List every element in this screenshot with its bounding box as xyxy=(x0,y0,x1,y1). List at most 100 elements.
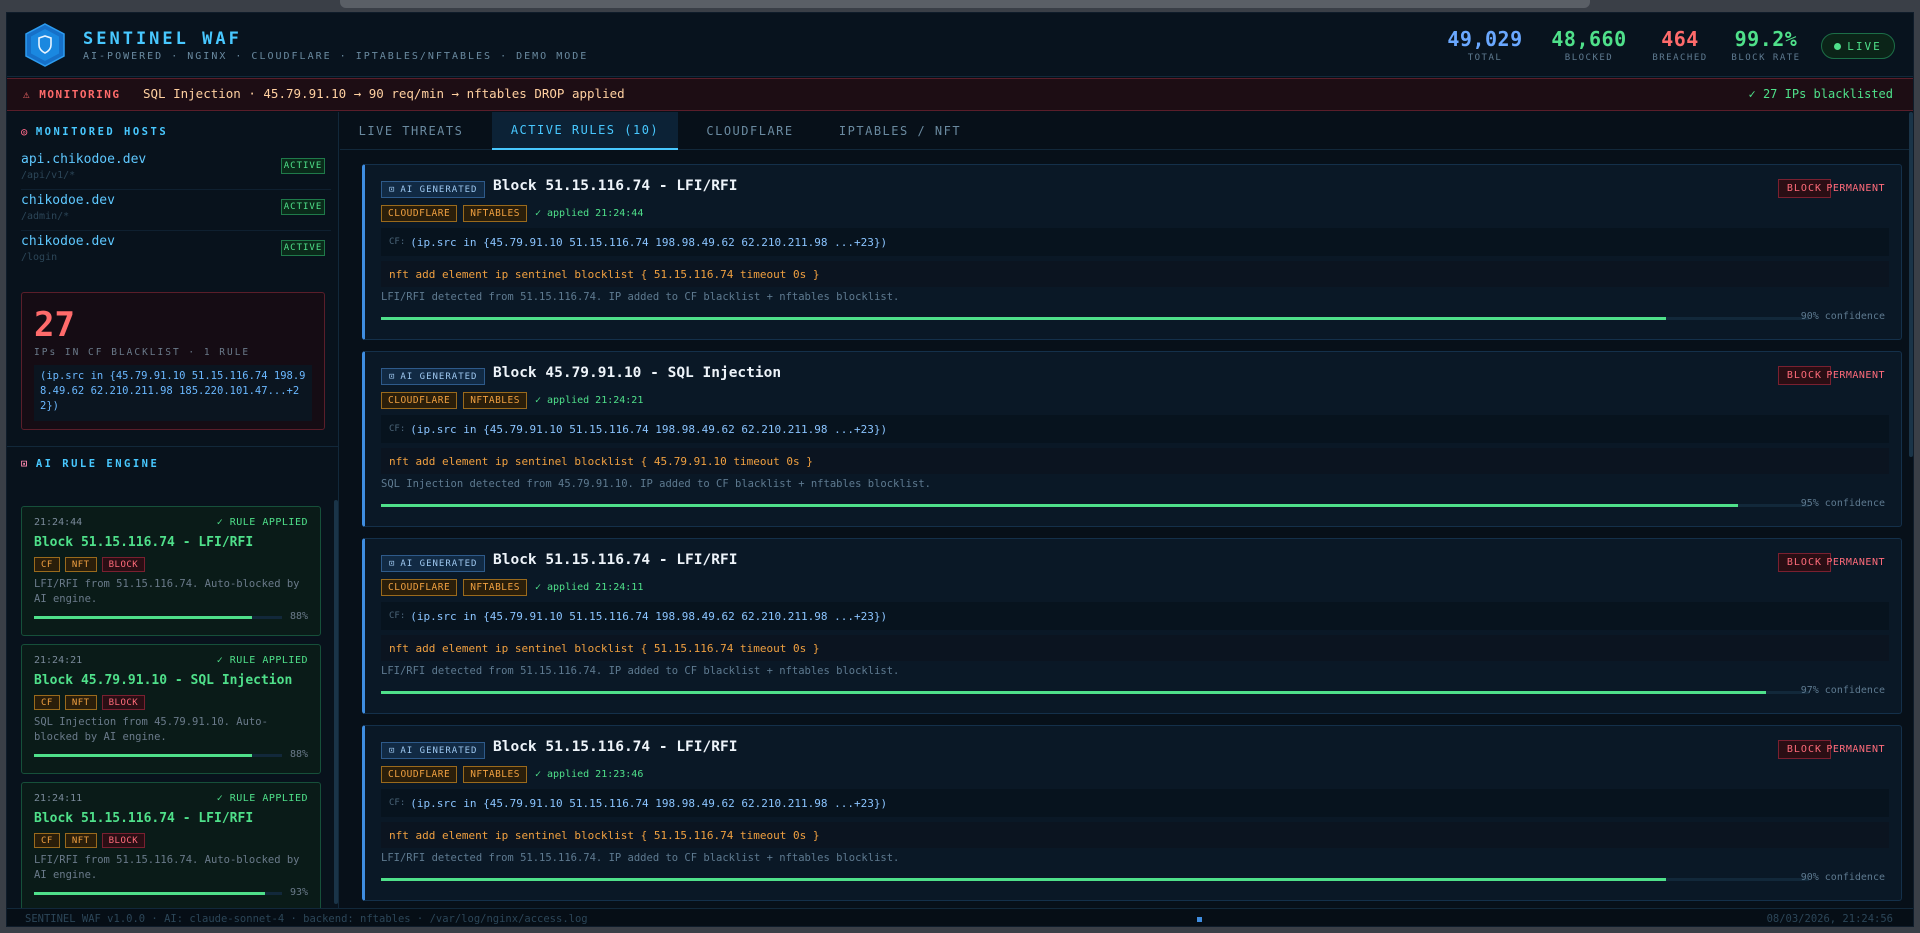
confidence-bar xyxy=(381,504,1809,507)
stat-breached: 464 BREACHED xyxy=(1643,27,1717,63)
robot-icon: ⊡ xyxy=(389,184,396,195)
rule-tags: CF NFT BLOCK xyxy=(34,557,146,572)
tab-active-rules[interactable]: ACTIVE RULES (10) xyxy=(492,112,678,150)
main-scrollbar[interactable] xyxy=(1909,112,1913,457)
rule-title: Block 51.15.116.74 - LFI/RFI xyxy=(493,552,738,568)
footer-info: SENTINEL WAF v1.0.0 · AI: claude-sonnet-… xyxy=(25,913,588,925)
block-badge: BLOCK xyxy=(1777,553,1831,572)
stat-label: TOTAL xyxy=(1467,53,1503,63)
ai-generated-label: AI GENERATED xyxy=(400,745,478,756)
active-rule-card[interactable]: ⊡ AI GENERATED Block 51.15.116.74 - LFI/R… xyxy=(362,538,1902,714)
ai-generated-badge: ⊡ AI GENERATED xyxy=(381,742,486,759)
confidence-bar xyxy=(34,616,282,619)
cf-prefix: CF: xyxy=(389,798,406,808)
ai-generated-label: AI GENERATED xyxy=(400,184,478,195)
stat-value: 49,029 xyxy=(1447,27,1523,51)
confidence-fill xyxy=(381,691,1767,694)
confidence-fill xyxy=(381,317,1667,320)
robot-icon: ⊡ xyxy=(389,745,396,756)
host-item[interactable]: api.chikodoe.dev /api/v1/* ACTIVE xyxy=(21,150,331,190)
confidence-label: 90% confidence xyxy=(1800,872,1885,883)
cf-expression-text: (ip.src in {45.79.91.10 51.15.116.74 198… xyxy=(410,422,888,436)
tag-nftables: NFTABLES xyxy=(463,766,527,783)
cf-prefix: CF: xyxy=(389,424,406,434)
tag-cf: CF xyxy=(34,557,60,572)
stat-value: 464 xyxy=(1661,27,1699,51)
active-rule-card[interactable]: ⊡ AI GENERATED Block 51.15.116.74 - LFI/R… xyxy=(362,164,1902,340)
rule-title: Block 51.15.116.74 - LFI/RFI xyxy=(34,535,254,550)
tag-cloudflare: CLOUDFLARE xyxy=(381,579,458,596)
blacklist-label: IPs IN CF BLACKLIST · 1 RULE xyxy=(34,347,251,358)
applied-time: ✓ applied 21:24:21 xyxy=(534,395,644,406)
left-scrollbar[interactable] xyxy=(334,500,338,904)
stat-block-rate: 99.2% BLOCK RATE xyxy=(1723,27,1809,63)
host-item[interactable]: chikodoe.dev /login ACTIVE xyxy=(21,232,331,272)
nft-command: nft add element ip sentinel blocklist { … xyxy=(381,635,1889,661)
duration-label: PERMANENT xyxy=(1826,744,1885,755)
status-footer: SENTINEL WAF v1.0.0 · AI: claude-sonnet-… xyxy=(7,908,1913,926)
cf-prefix: CF: xyxy=(389,237,406,247)
cf-expression-text: (ip.src in {45.79.91.10 51.15.116.74 198… xyxy=(410,235,888,249)
rule-description: SQL Injection from 45.79.91.10. Auto-blo… xyxy=(34,716,268,743)
footer-timestamp: 08/03/2026, 21:24:56 xyxy=(1766,913,1893,925)
confidence-bar xyxy=(34,754,282,757)
block-badge: BLOCK xyxy=(1777,366,1831,385)
live-badge[interactable]: LIVE xyxy=(1821,33,1895,59)
live-label: LIVE xyxy=(1847,39,1882,53)
confidence-bar xyxy=(381,691,1809,694)
rule-title: Block 45.79.91.10 - SQL Injection xyxy=(34,673,293,688)
ai-rule-engine-label: AI RULE ENGINE xyxy=(35,458,160,470)
rule-tags: CLOUDFLARE NFTABLES ✓ applied 21:24:44 xyxy=(381,205,643,222)
host-item[interactable]: chikodoe.dev /admin/* ACTIVE xyxy=(21,191,331,231)
rule-card[interactable]: 21:24:11 ✓ RULE APPLIED Block 51.15.116.… xyxy=(21,782,321,908)
tab-iptables-nft[interactable]: IPTABLES / NFT xyxy=(820,112,980,150)
tag-cf: CF xyxy=(34,833,60,848)
rule-description: LFI/RFI from 51.15.116.74. Auto-blocked … xyxy=(34,854,300,881)
status-badge: ACTIVE xyxy=(281,158,325,174)
rule-card[interactable]: 21:24:44 ✓ RULE APPLIED Block 51.15.116.… xyxy=(21,506,321,636)
divider xyxy=(7,446,339,447)
tag-nft: NFT xyxy=(64,557,97,572)
cloudflare-expression: CF: (ip.src in {45.79.91.10 51.15.116.74 … xyxy=(381,602,1889,630)
confidence-fill xyxy=(34,616,253,619)
robot-icon: ⊡ xyxy=(389,558,396,569)
nft-command: nft add element ip sentinel blocklist { … xyxy=(381,822,1889,848)
rule-card[interactable]: 21:24:21 ✓ RULE APPLIED Block 45.79.91.1… xyxy=(21,644,321,774)
stat-total: 49,029 TOTAL xyxy=(1439,27,1531,63)
rule-title: Block 45.79.91.10 - SQL Injection xyxy=(493,365,782,381)
tag-nft: NFT xyxy=(64,833,97,848)
host-path: /api/v1/* xyxy=(21,170,76,181)
nft-command: nft add element ip sentinel blocklist { … xyxy=(381,448,1889,474)
target-icon: ◎ xyxy=(21,126,30,138)
brand-title: SENTINEL WAF xyxy=(83,29,242,49)
ai-generated-badge: ⊡ AI GENERATED xyxy=(381,555,486,572)
rule-description: LFI/RFI detected from 51.15.116.74. IP a… xyxy=(381,665,900,677)
block-badge: BLOCK xyxy=(1777,740,1831,759)
rule-engine-list[interactable]: 21:24:44 ✓ RULE APPLIED Block 51.15.116.… xyxy=(7,500,339,908)
confidence-bar xyxy=(381,878,1809,881)
rule-time: 21:24:11 xyxy=(34,793,83,804)
confidence-percent: 88% xyxy=(289,749,308,760)
tag-block: BLOCK xyxy=(101,833,146,848)
active-rule-card[interactable]: ⊡ AI GENERATED Block 45.79.91.10 - SQL In… xyxy=(362,351,1902,527)
confidence-fill xyxy=(381,504,1738,507)
tag-block: BLOCK xyxy=(101,557,146,572)
blacklist-expression: (ip.src in {45.79.91.10 51.15.116.74 198… xyxy=(34,365,312,421)
applied-time: ✓ applied 21:24:44 xyxy=(534,208,644,219)
tab-live-threats[interactable]: LIVE THREATS xyxy=(340,112,482,150)
stat-value: 48,660 xyxy=(1551,27,1627,51)
tag-nftables: NFTABLES xyxy=(463,579,527,596)
tag-cf: CF xyxy=(34,695,60,710)
robot-icon: ⊡ xyxy=(21,458,30,470)
host-name: api.chikodoe.dev xyxy=(21,152,147,167)
main-panel: LIVE THREATS ACTIVE RULES (10) CLOUDFLAR… xyxy=(340,112,1913,908)
tag-nftables: NFTABLES xyxy=(463,205,527,222)
ai-rule-engine-title: ⊡ AI RULE ENGINE xyxy=(21,458,159,470)
active-rule-card[interactable]: ⊡ AI GENERATED Block 51.15.116.74 - LFI/R… xyxy=(362,725,1902,901)
browser-scrollbar[interactable] xyxy=(340,0,1590,8)
rule-description: LFI/RFI detected from 51.15.116.74. IP a… xyxy=(381,291,900,303)
tab-cloudflare[interactable]: CLOUDFLARE xyxy=(688,112,812,150)
tag-nft: NFT xyxy=(64,695,97,710)
stat-label: BLOCKED xyxy=(1564,53,1614,63)
stat-label: BLOCK RATE xyxy=(1731,53,1801,63)
